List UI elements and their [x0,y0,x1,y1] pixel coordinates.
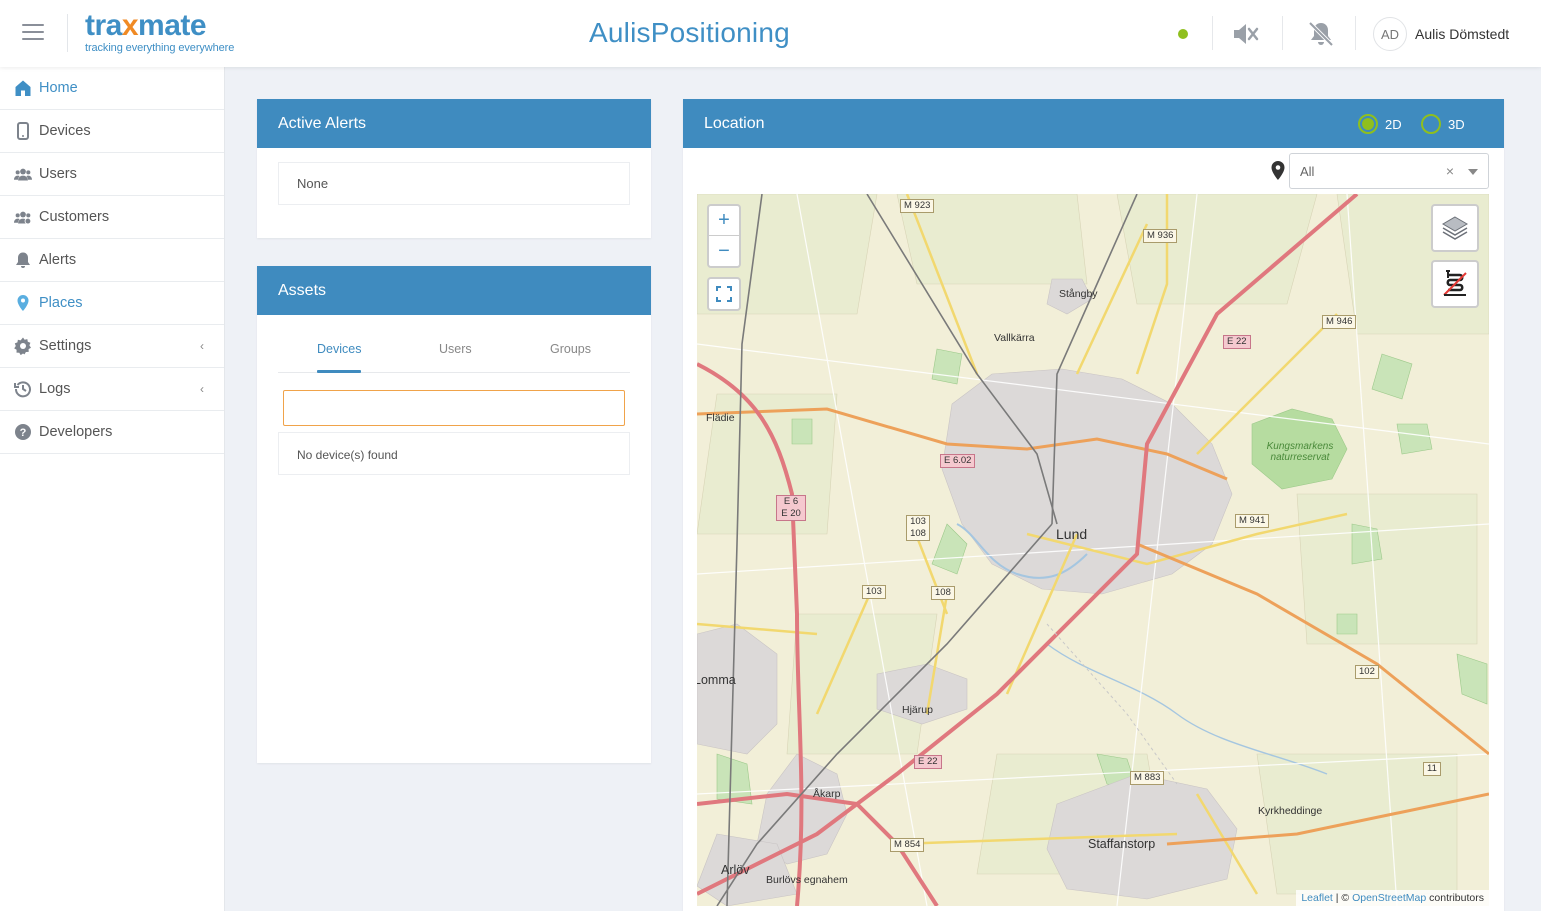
header-separator [1212,16,1213,50]
users-icon [14,165,32,183]
sidebar-item-places[interactable]: Places [0,282,224,325]
map-label-staffanstorp: Staffanstorp [1088,837,1156,851]
sound-muted-icon[interactable] [1230,19,1260,49]
layers-icon [1442,216,1468,240]
layers-button[interactable] [1431,204,1479,252]
user-name[interactable]: Aulis Dömstedt [1415,26,1509,42]
device-icon [14,122,32,140]
sidebar-item-settings[interactable]: Settings ‹ [0,325,224,368]
map-label-lomma: Lomma [697,673,736,687]
map-label-hjarup: Hjärup [902,704,933,716]
traxmate-logo[interactable]: traxmate tracking everything everywhere [85,11,235,55]
zoom-out-button[interactable]: − [709,236,739,266]
zoom-control: + − [707,204,741,268]
tab-devices[interactable]: Devices [317,342,361,356]
tab-users[interactable]: Users [439,342,472,356]
road-shield: E 6.02 [940,454,976,468]
sidebar-item-customers[interactable]: Customers [0,196,224,239]
road-shield: 108 [931,586,955,600]
app-title: AulisPositioning [589,17,790,48]
devices-empty-state: No device(s) found [278,432,630,475]
location-card: Location 2D 3D All × Lund Staffanstorp L… [683,99,1504,911]
road-shield: 103 108 [906,515,930,541]
history-icon [14,380,32,398]
logo-tagline: tracking everything everywhere [85,42,235,54]
map-view[interactable]: Lund Staffanstorp Lomma Arlöv Stångby Va… [697,194,1489,906]
asset-search-input[interactable] [283,390,625,426]
header-separator [1282,16,1283,50]
map-label-akarp: Åkarp [813,788,841,800]
sidebar-item-developers[interactable]: ? Developers [0,411,224,454]
fullscreen-icon [716,286,732,302]
gear-icon [14,337,32,355]
openstreetmap-link[interactable]: OpenStreetMap [1352,892,1426,904]
assets-title: Assets [257,266,651,315]
road-shield: M 883 [1130,771,1165,785]
map-label-vallkarra: Vallkärra [994,332,1035,344]
leaflet-link[interactable]: Leaflet [1301,892,1333,904]
customers-icon [14,208,32,226]
clear-selection-icon[interactable]: × [1446,163,1454,179]
home-icon [14,79,32,97]
connection-status-indicator [1178,29,1188,39]
route-off-icon [1443,270,1467,296]
active-tab-indicator [317,370,361,373]
view-2d-radio[interactable]: 2D [1358,114,1402,134]
road-shield: E 22 [1223,335,1251,349]
menu-toggle-icon[interactable] [22,24,44,42]
active-alerts-title: Active Alerts [257,99,651,148]
road-shield: M 923 [900,199,935,213]
bell-icon [14,251,32,269]
view-3d-radio[interactable]: 3D [1421,114,1465,134]
zoom-in-button[interactable]: + [709,206,739,236]
avatar[interactable]: AD [1373,17,1407,51]
active-alerts-card: Active Alerts None [257,99,651,238]
map-attribution: Leaflet | © OpenStreetMap contributors [1296,890,1489,906]
map-label-kyrkheddinge: Kyrkheddinge [1258,805,1323,817]
radio-selected-icon [1358,114,1378,134]
road-shield: 103 [862,585,886,599]
chevron-left-icon[interactable]: ‹ [200,339,204,353]
location-pin-icon [1270,161,1286,181]
road-shield: M 941 [1235,514,1270,528]
sidebar-item-home[interactable]: Home [0,67,224,110]
sidebar-item-logs[interactable]: Logs ‹ [0,368,224,411]
dropdown-caret-icon[interactable] [1468,169,1478,175]
header-separator [1355,16,1356,50]
map-pin-icon [14,294,32,312]
assets-tabs: Devices Users Groups [278,330,630,373]
road-shield: M 936 [1143,229,1178,243]
road-shield: E 22 [914,755,942,769]
map-label-stangby: Stångby [1059,288,1098,300]
sidebar: Home Devices Users Customers Alerts Plac… [0,67,225,911]
radio-unselected-icon [1421,114,1441,134]
road-shield: M 946 [1322,315,1357,329]
sidebar-item-alerts[interactable]: Alerts [0,239,224,282]
svg-text:?: ? [20,427,27,439]
notifications-off-icon[interactable] [1306,19,1336,49]
road-shield: M 854 [890,838,925,852]
header-divider [67,14,68,52]
map-label-kungsmarken: Kungsmarkens naturreservat [1266,441,1334,463]
alerts-empty-state: None [278,162,630,205]
chevron-left-icon[interactable]: ‹ [200,382,204,396]
road-shield: 11 [1423,762,1441,776]
map-label-burlovs-egnahem: Burlövs egnahem [766,874,848,886]
assets-card: Assets Devices Users Groups No device(s)… [257,266,651,763]
toggle-route-button[interactable] [1431,260,1479,308]
device-filter-select[interactable]: All × [1289,153,1489,189]
fullscreen-button[interactable] [707,277,741,311]
help-icon: ? [14,423,32,441]
map-label-arlov: Arlöv [721,863,750,877]
map-label-fladie: Flädie [706,412,735,424]
sidebar-item-devices[interactable]: Devices [0,110,224,153]
top-header: traxmate tracking everything everywhere … [0,0,1541,67]
road-shield: 102 [1355,665,1379,679]
road-shield: E 6 E 20 [776,495,806,521]
tab-groups[interactable]: Groups [550,342,591,356]
sidebar-item-users[interactable]: Users [0,153,224,196]
map-label-lund: Lund [1056,526,1088,542]
